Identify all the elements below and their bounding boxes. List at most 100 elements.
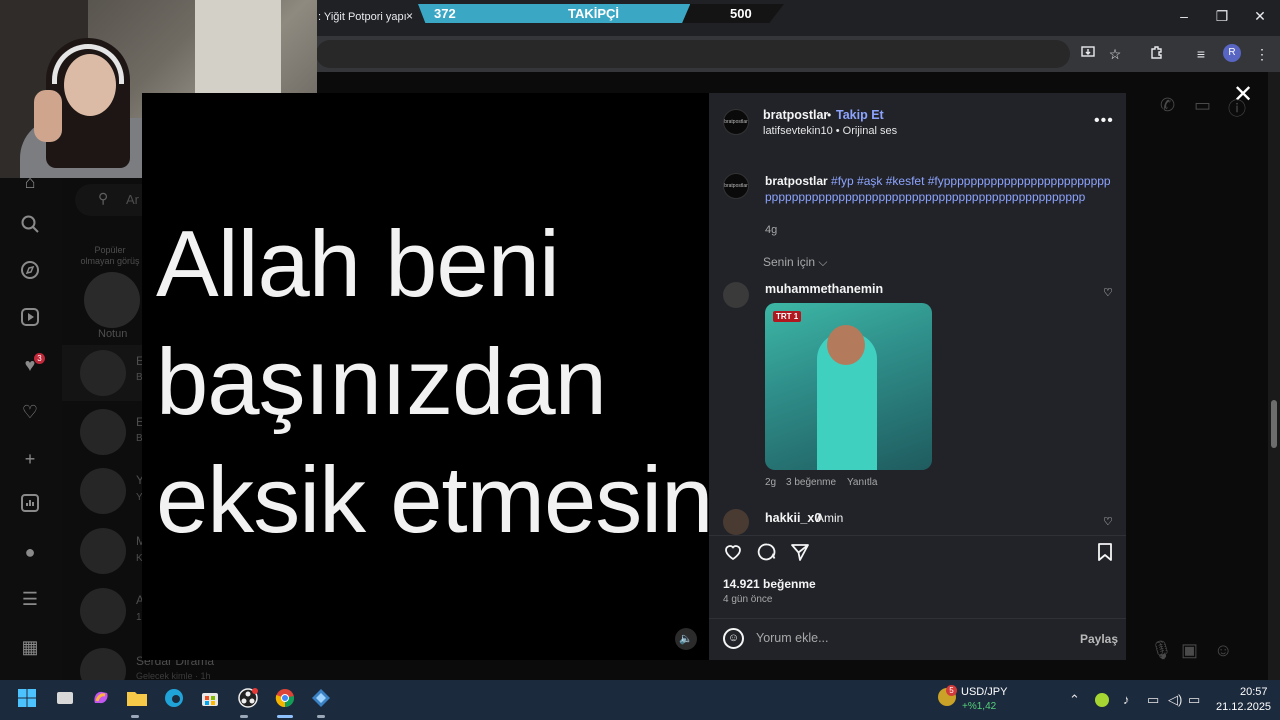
audio-label[interactable]: latifsevtekin10 • Orijinal ses xyxy=(763,125,897,137)
clock-date[interactable]: 21.12.2025 xyxy=(1216,701,1271,713)
star-icon[interactable]: ☆ xyxy=(1105,44,1125,64)
obs-icon[interactable] xyxy=(236,688,260,712)
explore-icon[interactable] xyxy=(18,260,42,284)
windows-icon[interactable] xyxy=(15,688,39,712)
media-icon[interactable]: ≡ xyxy=(1191,44,1211,64)
dashboard-icon[interactable] xyxy=(18,494,42,518)
comment-like-icon[interactable]: ♡ xyxy=(1103,515,1113,528)
chat-avatar[interactable] xyxy=(80,350,126,396)
post-comment-button[interactable]: Paylaş xyxy=(1080,632,1118,646)
app-icon[interactable] xyxy=(309,688,333,712)
more-icon[interactable]: ▦ xyxy=(18,635,42,659)
follower-label: TAKİPÇİ xyxy=(568,6,620,21)
username-separator: • xyxy=(827,108,832,122)
reels-icon[interactable] xyxy=(18,307,42,331)
volume-icon[interactable]: ◁) xyxy=(1168,692,1182,708)
comment-icon[interactable] xyxy=(756,542,778,564)
emoji-icon[interactable]: ☺ xyxy=(723,628,744,649)
panel-divider xyxy=(709,535,1126,536)
close-window-button[interactable]: ✕ xyxy=(1250,8,1270,25)
scrollbar-thumb[interactable] xyxy=(1271,400,1277,448)
share-icon[interactable] xyxy=(789,542,811,564)
network-icon[interactable]: ▭ xyxy=(1147,692,1159,708)
follower-goal: 500 xyxy=(730,6,752,21)
comment-likes[interactable]: 3 beğenme xyxy=(786,477,836,488)
author-username[interactable]: bratpostlar xyxy=(763,108,828,122)
profile-avatar[interactable]: R xyxy=(1223,44,1241,62)
clock-time[interactable]: 20:57 xyxy=(1240,686,1268,698)
note-avatar[interactable] xyxy=(84,272,140,328)
chrome-icon[interactable] xyxy=(273,688,297,712)
address-bar[interactable] xyxy=(316,40,1070,68)
running-indicator xyxy=(240,715,248,718)
comment-filter-dropdown[interactable]: Senin için ⌵ xyxy=(763,255,827,270)
like-icon[interactable] xyxy=(722,542,744,564)
save-icon[interactable] xyxy=(1094,542,1116,564)
comment-gif: TRT 1 xyxy=(765,303,932,470)
tab-title[interactable]: : Yiğit Potpori yapı xyxy=(318,11,407,23)
image-icon[interactable]: ▣ xyxy=(1181,640,1198,661)
microphone-tray-icon[interactable]: ♪ xyxy=(1123,692,1130,707)
reply-link[interactable]: Yanıtla xyxy=(847,477,877,488)
comment-like-icon[interactable]: ♡ xyxy=(1103,286,1113,299)
app-tray-icon[interactable] xyxy=(1095,693,1109,707)
ticker-name[interactable]: USD/JPY xyxy=(961,686,1007,698)
windows-taskbar xyxy=(0,680,1280,720)
post-caption: bratpostlar #fyp #aşk #kesfet #fyppppppp… xyxy=(765,174,1115,205)
chevron-up-icon[interactable]: ⌃ xyxy=(1069,692,1080,708)
menu-icon[interactable]: ⋮ xyxy=(1252,44,1272,64)
search-icon: ⚲ xyxy=(98,190,109,206)
commenter-username[interactable]: muhammethanemin xyxy=(765,282,883,296)
follow-button[interactable]: Takip Et xyxy=(836,108,884,122)
tab-close-icon[interactable]: × xyxy=(406,9,413,23)
caption-avatar[interactable]: bratpostlar xyxy=(723,173,749,199)
messages-badge: 3 xyxy=(34,353,45,364)
webcam-hand xyxy=(34,90,62,142)
panel-divider xyxy=(709,618,1126,619)
ticker-change: +%1,42 xyxy=(962,701,997,712)
phone-icon[interactable]: ✆ xyxy=(1160,95,1175,116)
commenter-avatar[interactable] xyxy=(723,509,749,535)
minimize-button[interactable]: – xyxy=(1174,8,1194,24)
gif-head xyxy=(827,325,865,365)
chat-avatar[interactable] xyxy=(80,468,126,514)
sticker-icon[interactable]: ☺ xyxy=(1214,640,1232,661)
restore-button[interactable]: ❐ xyxy=(1212,8,1232,25)
profile-icon[interactable]: ● xyxy=(18,540,42,564)
chat-avatar[interactable] xyxy=(80,588,126,634)
chat-avatar[interactable] xyxy=(80,528,126,574)
chat-preview: 1 xyxy=(136,612,142,623)
follower-goal-bar: 372 TAKİPÇİ 500 xyxy=(418,4,784,23)
battery-icon[interactable]: ▭ xyxy=(1188,692,1200,708)
notifications-icon[interactable]: ♡ xyxy=(18,400,42,424)
create-icon[interactable]: + xyxy=(18,447,42,471)
taskview-icon[interactable] xyxy=(53,688,77,712)
chat-search-placeholder: Ar xyxy=(126,192,139,207)
mute-button[interactable]: 🔈 xyxy=(675,628,697,650)
microphone-icon[interactable]: 🎙 xyxy=(1150,640,1173,661)
info-icon[interactable]: ⓘ xyxy=(1228,95,1246,121)
note-bubble[interactable]: Popüler olmayan görüş xyxy=(80,245,140,267)
likes-count[interactable]: 14.921 beğenme xyxy=(723,577,816,591)
commenter-avatar[interactable] xyxy=(723,282,749,308)
page-scrollbar[interactable] xyxy=(1268,72,1280,680)
caption-username[interactable]: bratpostlar xyxy=(765,174,828,188)
chat-avatar[interactable] xyxy=(80,409,126,455)
store-icon[interactable] xyxy=(198,688,222,712)
more-options-icon[interactable]: ••• xyxy=(1094,112,1114,130)
extensions-icon[interactable] xyxy=(1147,44,1167,64)
install-icon[interactable] xyxy=(1078,44,1098,64)
search-icon[interactable] xyxy=(18,214,42,238)
comment-input[interactable] xyxy=(756,631,1056,645)
video-call-icon[interactable]: ▭ xyxy=(1194,95,1211,116)
reel-video[interactable]: Allah beni başınızdan eksik etmesin xyxy=(142,93,713,660)
copilot-icon[interactable] xyxy=(89,688,113,712)
running-indicator xyxy=(131,715,139,718)
post-date: 4 gün önce xyxy=(723,594,773,605)
edge-icon[interactable] xyxy=(162,688,186,712)
commenter-username[interactable]: hakkii_x0 xyxy=(765,511,821,525)
author-avatar[interactable]: bratpostlar xyxy=(723,109,749,135)
note-label: Notun xyxy=(98,328,128,340)
file-explorer-icon[interactable] xyxy=(125,688,149,712)
menu-icon[interactable]: ☰ xyxy=(18,587,42,611)
